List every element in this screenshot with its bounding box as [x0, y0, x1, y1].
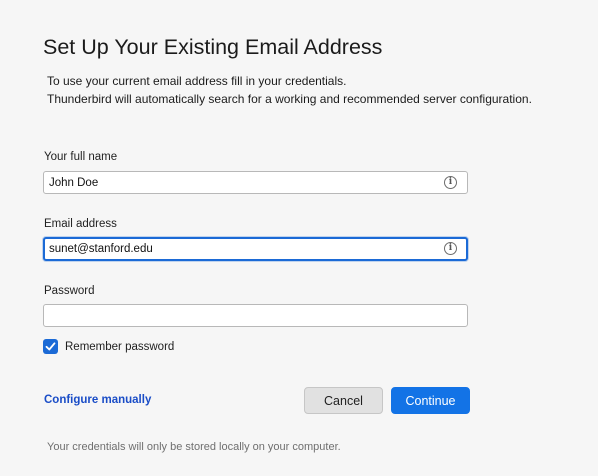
password-field[interactable] [43, 304, 468, 327]
info-icon[interactable]: i [444, 175, 457, 189]
full-name-field[interactable]: i [43, 171, 468, 194]
continue-button[interactable]: Continue [391, 387, 470, 414]
email-field[interactable]: i [43, 237, 468, 261]
full-name-input[interactable] [49, 172, 439, 193]
password-label: Password [44, 285, 95, 297]
page-description: To use your current email address fill i… [47, 72, 532, 108]
info-icon[interactable]: i [444, 242, 457, 255]
email-input[interactable] [49, 239, 438, 259]
configure-manually-link[interactable]: Configure manually [44, 394, 151, 406]
credentials-note: Your credentials will only be stored loc… [47, 441, 341, 453]
description-line-1: To use your current email address fill i… [47, 74, 347, 88]
email-label: Email address [44, 218, 117, 230]
page-title: Set Up Your Existing Email Address [43, 35, 383, 59]
remember-password-checkbox[interactable] [43, 339, 58, 354]
password-input[interactable] [49, 305, 439, 326]
description-line-2: Thunderbird will automatically search fo… [47, 92, 532, 106]
full-name-label: Your full name [44, 151, 118, 163]
cancel-button[interactable]: Cancel [304, 387, 383, 414]
remember-password-label[interactable]: Remember password [65, 341, 174, 353]
checkmark-icon [45, 342, 56, 351]
